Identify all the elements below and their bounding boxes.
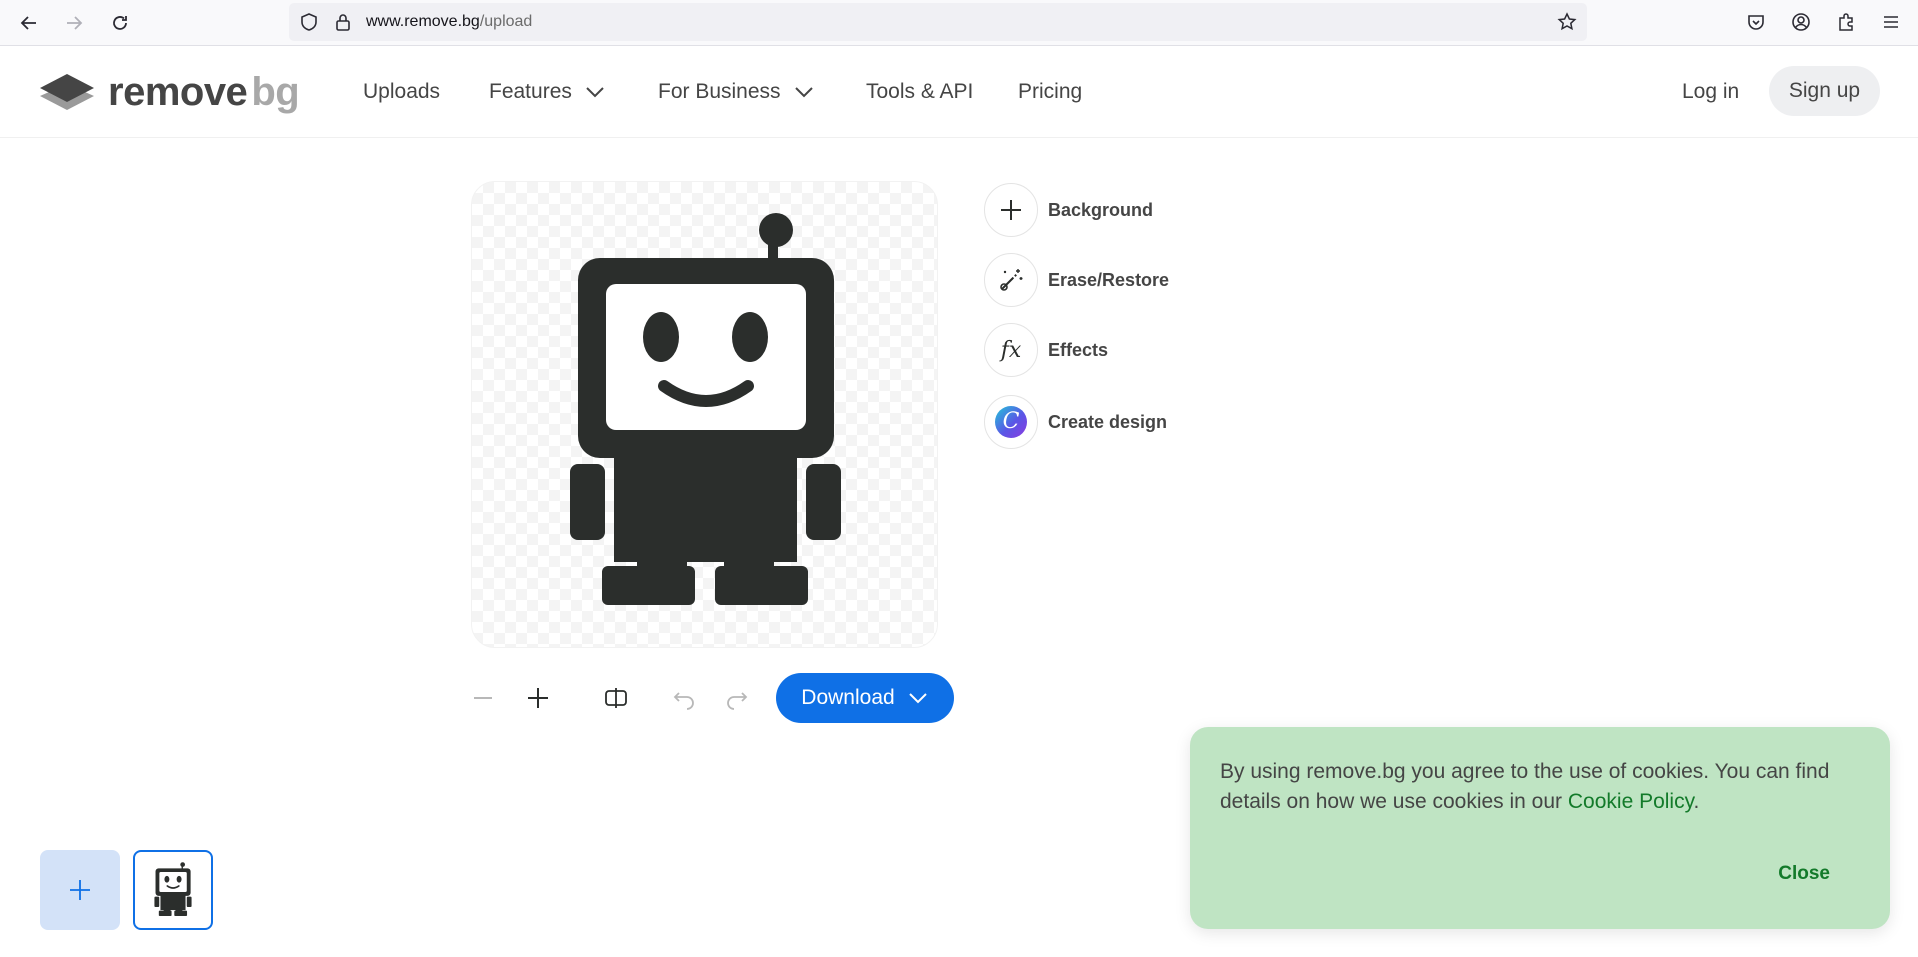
nav-for-business-label: For Business [658, 80, 781, 103]
add-image-button[interactable] [40, 850, 120, 930]
forward-button[interactable] [57, 6, 91, 40]
download-label: Download [801, 686, 895, 709]
background-tool-circle[interactable] [984, 183, 1038, 237]
menu-button[interactable] [1879, 10, 1903, 34]
create-design-tool[interactable]: C Create design [984, 395, 1167, 449]
redo-button[interactable] [720, 684, 754, 712]
shield-icon[interactable] [299, 12, 319, 32]
fx-icon: fx [1000, 337, 1022, 363]
cookie-text: By using remove.bg you agree to the use … [1220, 757, 1870, 817]
nav-tools-api-label: Tools & API [866, 80, 974, 103]
back-button[interactable] [12, 6, 46, 40]
arrow-left-icon [20, 16, 36, 30]
nav-uploads[interactable]: Uploads [363, 80, 440, 104]
nav-features[interactable]: Features [489, 80, 606, 104]
create-design-tool-label[interactable]: Create design [1048, 412, 1167, 433]
erase-restore-tool-circle[interactable] [984, 253, 1038, 307]
background-tool[interactable]: Background [984, 183, 1153, 237]
background-tool-label[interactable]: Background [1048, 200, 1153, 221]
signup-button[interactable]: Sign up [1769, 66, 1880, 116]
plus-icon [1001, 200, 1021, 220]
cookie-text-main: By using remove.bg you agree to the use … [1220, 760, 1830, 813]
plus-icon [528, 688, 548, 708]
logo-word-remove: remove [108, 69, 248, 114]
cookie-text-end: . [1693, 790, 1700, 813]
undo-button[interactable] [667, 684, 701, 712]
nav-for-business[interactable]: For Business [658, 80, 815, 104]
chevron-down-icon [794, 87, 813, 98]
cookie-banner: By using remove.bg you agree to the use … [1190, 727, 1890, 929]
create-design-tool-circle[interactable]: C [984, 395, 1038, 449]
account-button[interactable] [1789, 10, 1813, 34]
redo-icon [727, 692, 748, 710]
puzzle-icon [1839, 13, 1853, 31]
pocket-button[interactable] [1744, 10, 1768, 34]
plus-icon [70, 880, 90, 900]
browser-toolbar: www.remove.bg/upload [0, 0, 1918, 46]
magic-brush-icon [1000, 269, 1023, 291]
url-path: /upload [479, 13, 533, 30]
effects-tool-circle[interactable]: fx [984, 323, 1038, 377]
pocket-icon [1748, 15, 1764, 30]
reload-button[interactable] [103, 6, 137, 40]
nav-pricing-label: Pricing [1018, 80, 1083, 103]
hamburger-menu-icon [1884, 16, 1898, 28]
remove-bg-logo-icon [40, 74, 94, 110]
undo-icon [673, 692, 694, 710]
cookie-close-button[interactable]: Close [1778, 863, 1830, 885]
effects-tool[interactable]: fx Effects [984, 323, 1108, 377]
url-text[interactable]: www.remove.bg/upload [366, 13, 532, 31]
erase-restore-tool-label[interactable]: Erase/Restore [1048, 270, 1169, 291]
cookie-policy-link[interactable]: Cookie Policy [1568, 790, 1694, 813]
robot-thumbnail-image [154, 862, 192, 916]
image-preview[interactable] [471, 181, 938, 648]
image-thumbnail[interactable] [133, 850, 213, 930]
arrow-right-icon [67, 16, 83, 30]
zoom-in-button[interactable] [521, 684, 555, 712]
login-link[interactable]: Log in [1682, 80, 1739, 104]
nav-tools-api[interactable]: Tools & API [866, 80, 973, 104]
compare-icon [605, 688, 627, 708]
minus-icon [474, 697, 492, 699]
effects-tool-label[interactable]: Effects [1048, 340, 1108, 361]
extensions-button[interactable] [1834, 10, 1858, 34]
zoom-out-button[interactable] [466, 684, 500, 712]
erase-restore-tool[interactable]: Erase/Restore [984, 253, 1169, 307]
chevron-down-icon [586, 87, 604, 98]
chevron-down-icon [908, 693, 927, 704]
canva-icon: C [995, 406, 1027, 438]
download-button[interactable]: Download [776, 673, 954, 723]
bookmark-star-icon[interactable] [1557, 12, 1577, 32]
lock-icon[interactable] [333, 12, 353, 32]
logo-word-bg: bg [251, 69, 300, 114]
logo-text: remove bg [108, 69, 300, 115]
reload-icon [113, 16, 127, 30]
compare-button[interactable] [599, 684, 633, 712]
nav-features-label: Features [489, 80, 572, 103]
url-bar[interactable]: www.remove.bg/upload [289, 3, 1587, 41]
logo-link[interactable]: remove bg [38, 66, 300, 118]
canva-icon-letter: C [1002, 409, 1020, 434]
url-host: www.remove.bg [366, 13, 480, 30]
site-header: remove bg Uploads Features For Business T… [0, 46, 1918, 138]
nav-uploads-label: Uploads [363, 80, 441, 103]
account-icon [1792, 13, 1810, 31]
robot-image [570, 213, 841, 605]
nav-pricing[interactable]: Pricing [1018, 80, 1082, 104]
